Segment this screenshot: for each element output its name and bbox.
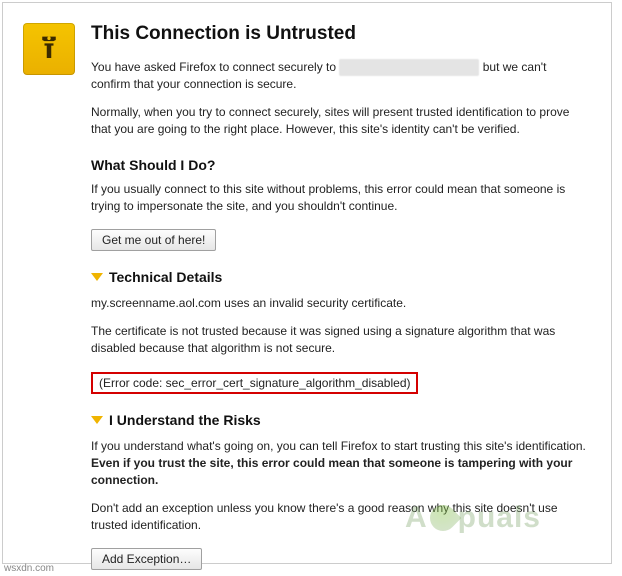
page-title: This Connection is Untrusted	[91, 23, 587, 45]
source-url: wsxdn.com	[4, 563, 54, 574]
warning-icon-col	[23, 23, 79, 75]
risks-p2: Don't add an exception unless you know t…	[91, 500, 587, 535]
expand-triangle-icon	[91, 273, 103, 281]
technical-details-toggle[interactable]: Technical Details	[91, 269, 587, 285]
understand-risks-toggle[interactable]: I Understand the Risks	[91, 412, 587, 428]
redacted-host: ████████████████	[339, 59, 479, 76]
error-code-highlight: (Error code: sec_error_cert_signature_al…	[91, 372, 418, 394]
expand-triangle-icon	[91, 416, 103, 424]
risks-p1: If you understand what's going on, you c…	[91, 438, 587, 490]
police-warning-icon	[23, 23, 75, 75]
what-p: If you usually connect to this site with…	[91, 181, 587, 216]
tech-p2: The certificate is not trusted because i…	[91, 323, 587, 358]
tech-body: my.screenname.aol.com uses an invalid se…	[91, 295, 587, 393]
untrusted-connection-page: This Connection is Untrusted You have as…	[2, 2, 612, 564]
add-exception-button[interactable]: Add Exception…	[91, 548, 202, 570]
what-heading: What Should I Do?	[91, 157, 587, 173]
get-me-out-button[interactable]: Get me out of here!	[91, 229, 216, 251]
tech-heading: Technical Details	[109, 269, 222, 285]
risks-body: If you understand what's going on, you c…	[91, 438, 587, 571]
intro-p2: Normally, when you try to connect secure…	[91, 104, 587, 139]
risks-heading: I Understand the Risks	[109, 412, 261, 428]
tech-p1: my.screenname.aol.com uses an invalid se…	[91, 295, 587, 312]
content: This Connection is Untrusted You have as…	[91, 23, 587, 570]
risks-p1a: If you understand what's going on, you c…	[91, 439, 586, 453]
risks-p1-strong: Even if you trust the site, this error c…	[91, 456, 572, 487]
intro-p1a: You have asked Firefox to connect secure…	[91, 60, 339, 74]
intro-p1: You have asked Firefox to connect secure…	[91, 59, 587, 94]
